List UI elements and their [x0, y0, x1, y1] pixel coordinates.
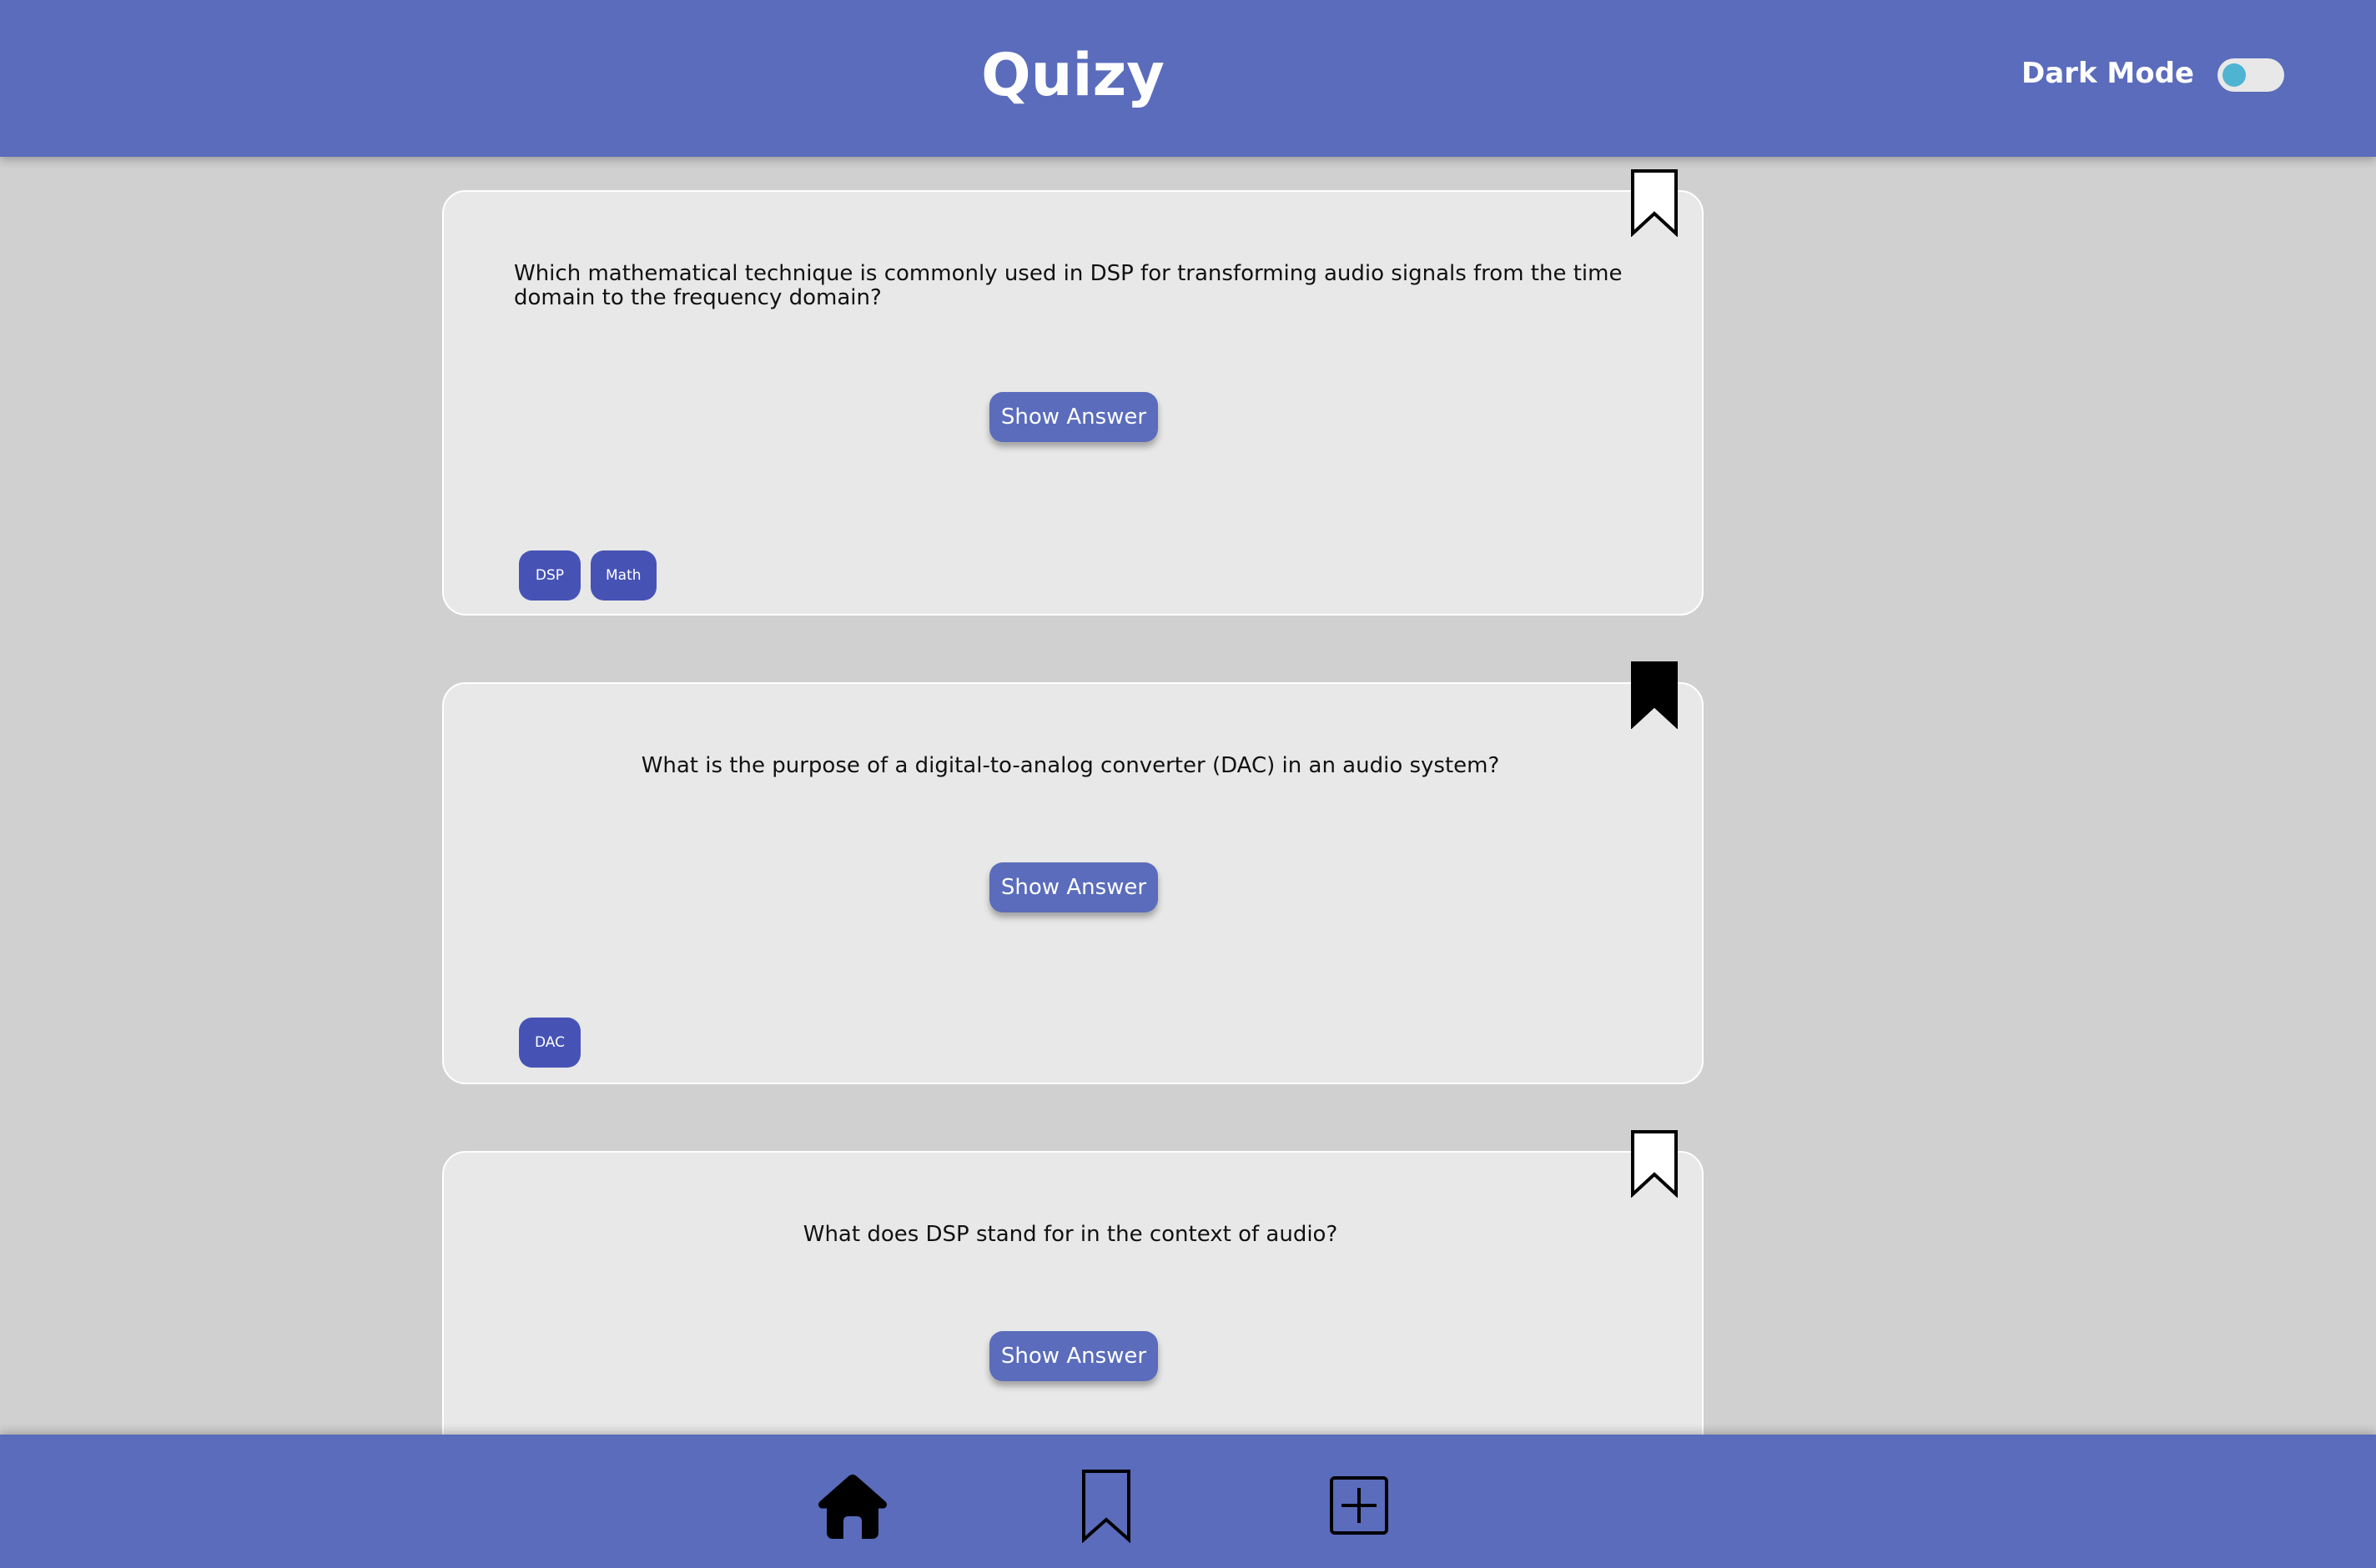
- question-text: What does DSP stand for in the context o…: [803, 1222, 1338, 1247]
- tag-dac[interactable]: DAC: [519, 1018, 581, 1068]
- toggle-knob: [2222, 63, 2246, 87]
- question-card: Which mathematical technique is commonly…: [442, 169, 1704, 616]
- tag-math[interactable]: Math: [591, 550, 657, 601]
- bookmark-outline-icon[interactable]: [1630, 168, 1679, 238]
- home-icon: [818, 1475, 887, 1539]
- show-answer-button[interactable]: Show Answer: [989, 1331, 1158, 1381]
- bookmark-icon: [1082, 1470, 1130, 1543]
- question-feed[interactable]: Which mathematical technique is commonly…: [0, 157, 2376, 1435]
- dark-mode-toggle[interactable]: [2217, 58, 2284, 92]
- tag-dsp[interactable]: DSP: [519, 550, 581, 601]
- top-bar: Quizy Dark Mode: [0, 0, 2376, 157]
- question-text: What is the purpose of a digital-to-anal…: [641, 753, 1500, 778]
- question-text: Which mathematical technique is commonly…: [514, 261, 1623, 310]
- bookmark-filled-icon[interactable]: [1630, 661, 1679, 730]
- question-card: What does DSP stand for in the context o…: [442, 1130, 1704, 1435]
- question-card: What is the purpose of a digital-to-anal…: [442, 661, 1704, 1084]
- tag-list: DSP Math: [519, 550, 657, 601]
- nav-add-question-button[interactable]: [1321, 1468, 1397, 1543]
- show-answer-button[interactable]: Show Answer: [989, 392, 1158, 442]
- nav-home-button[interactable]: [815, 1468, 890, 1543]
- tag-list: DAC: [519, 1018, 581, 1068]
- bookmark-outline-icon[interactable]: [1630, 1129, 1679, 1199]
- plus-square-icon: [1330, 1476, 1388, 1535]
- quizy-app: Quizy Dark Mode Which mathematical techn…: [0, 0, 2376, 1568]
- bottom-nav: [0, 1435, 2376, 1568]
- nav-bookmarks-button[interactable]: [1069, 1468, 1144, 1543]
- show-answer-button[interactable]: Show Answer: [989, 862, 1158, 912]
- dark-mode-label: Dark Mode: [2021, 57, 2194, 90]
- app-title: Quizy: [981, 41, 1165, 109]
